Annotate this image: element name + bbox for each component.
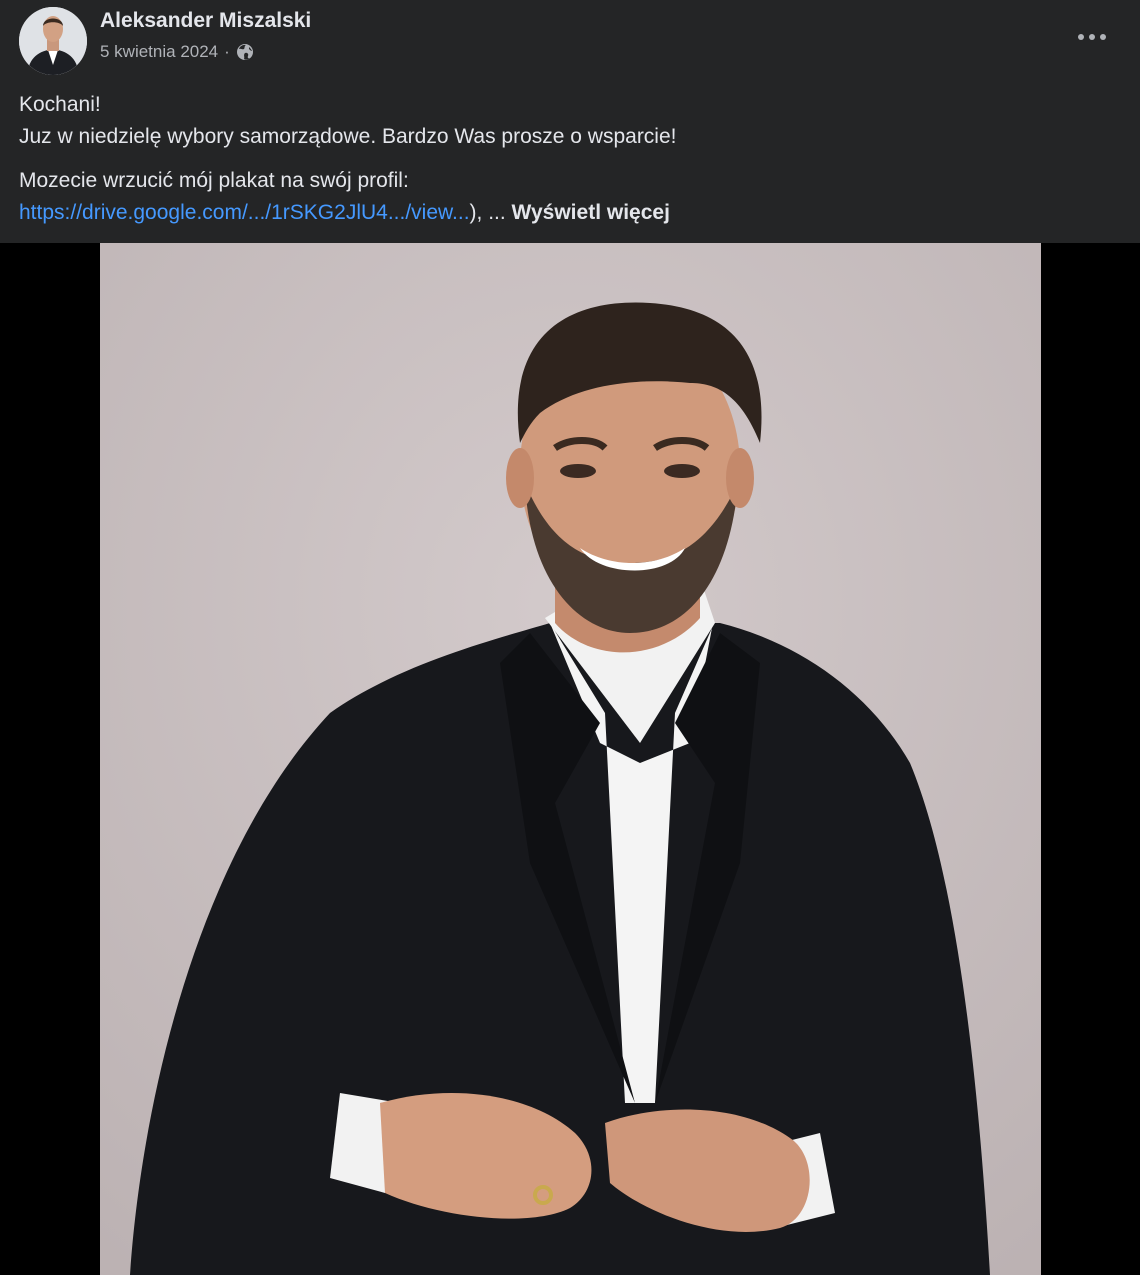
post-media bbox=[0, 243, 1140, 1275]
more-options-button[interactable] bbox=[1068, 22, 1116, 52]
post-date[interactable]: 5 kwietnia 2024 bbox=[100, 42, 218, 62]
post-body: Kochani! Juz w niedzielę wybory samorząd… bbox=[19, 89, 1119, 229]
candidate-portrait bbox=[100, 243, 1041, 1275]
post-meta: 5 kwietnia 2024 · bbox=[100, 42, 255, 62]
meta-separator: · bbox=[224, 42, 230, 61]
more-options-icon bbox=[1078, 34, 1106, 40]
post-line: Mozecie wrzucić mój plakat na swój profi… bbox=[19, 169, 409, 192]
post-photo[interactable] bbox=[100, 243, 1041, 1275]
link-suffix: ), ... bbox=[469, 201, 506, 224]
globe-icon[interactable] bbox=[235, 42, 255, 62]
drive-link[interactable]: https://drive.google.com/.../1rSKG2JlU4.… bbox=[19, 201, 470, 224]
post-line: Juz w niedzielę wybory samorządowe. Bard… bbox=[19, 125, 677, 148]
post-header: Aleksander Miszalski 5 kwietnia 2024 · K… bbox=[0, 0, 1140, 243]
author-name[interactable]: Aleksander Miszalski bbox=[100, 9, 311, 33]
avatar-portrait bbox=[19, 7, 87, 75]
post-greeting: Kochani! bbox=[19, 93, 101, 116]
author-avatar[interactable] bbox=[19, 7, 87, 75]
post-link-line: https://drive.google.com/.../1rSKG2JlU4.… bbox=[19, 197, 1119, 229]
see-more-button[interactable]: Wyświetl więcej bbox=[512, 201, 670, 224]
